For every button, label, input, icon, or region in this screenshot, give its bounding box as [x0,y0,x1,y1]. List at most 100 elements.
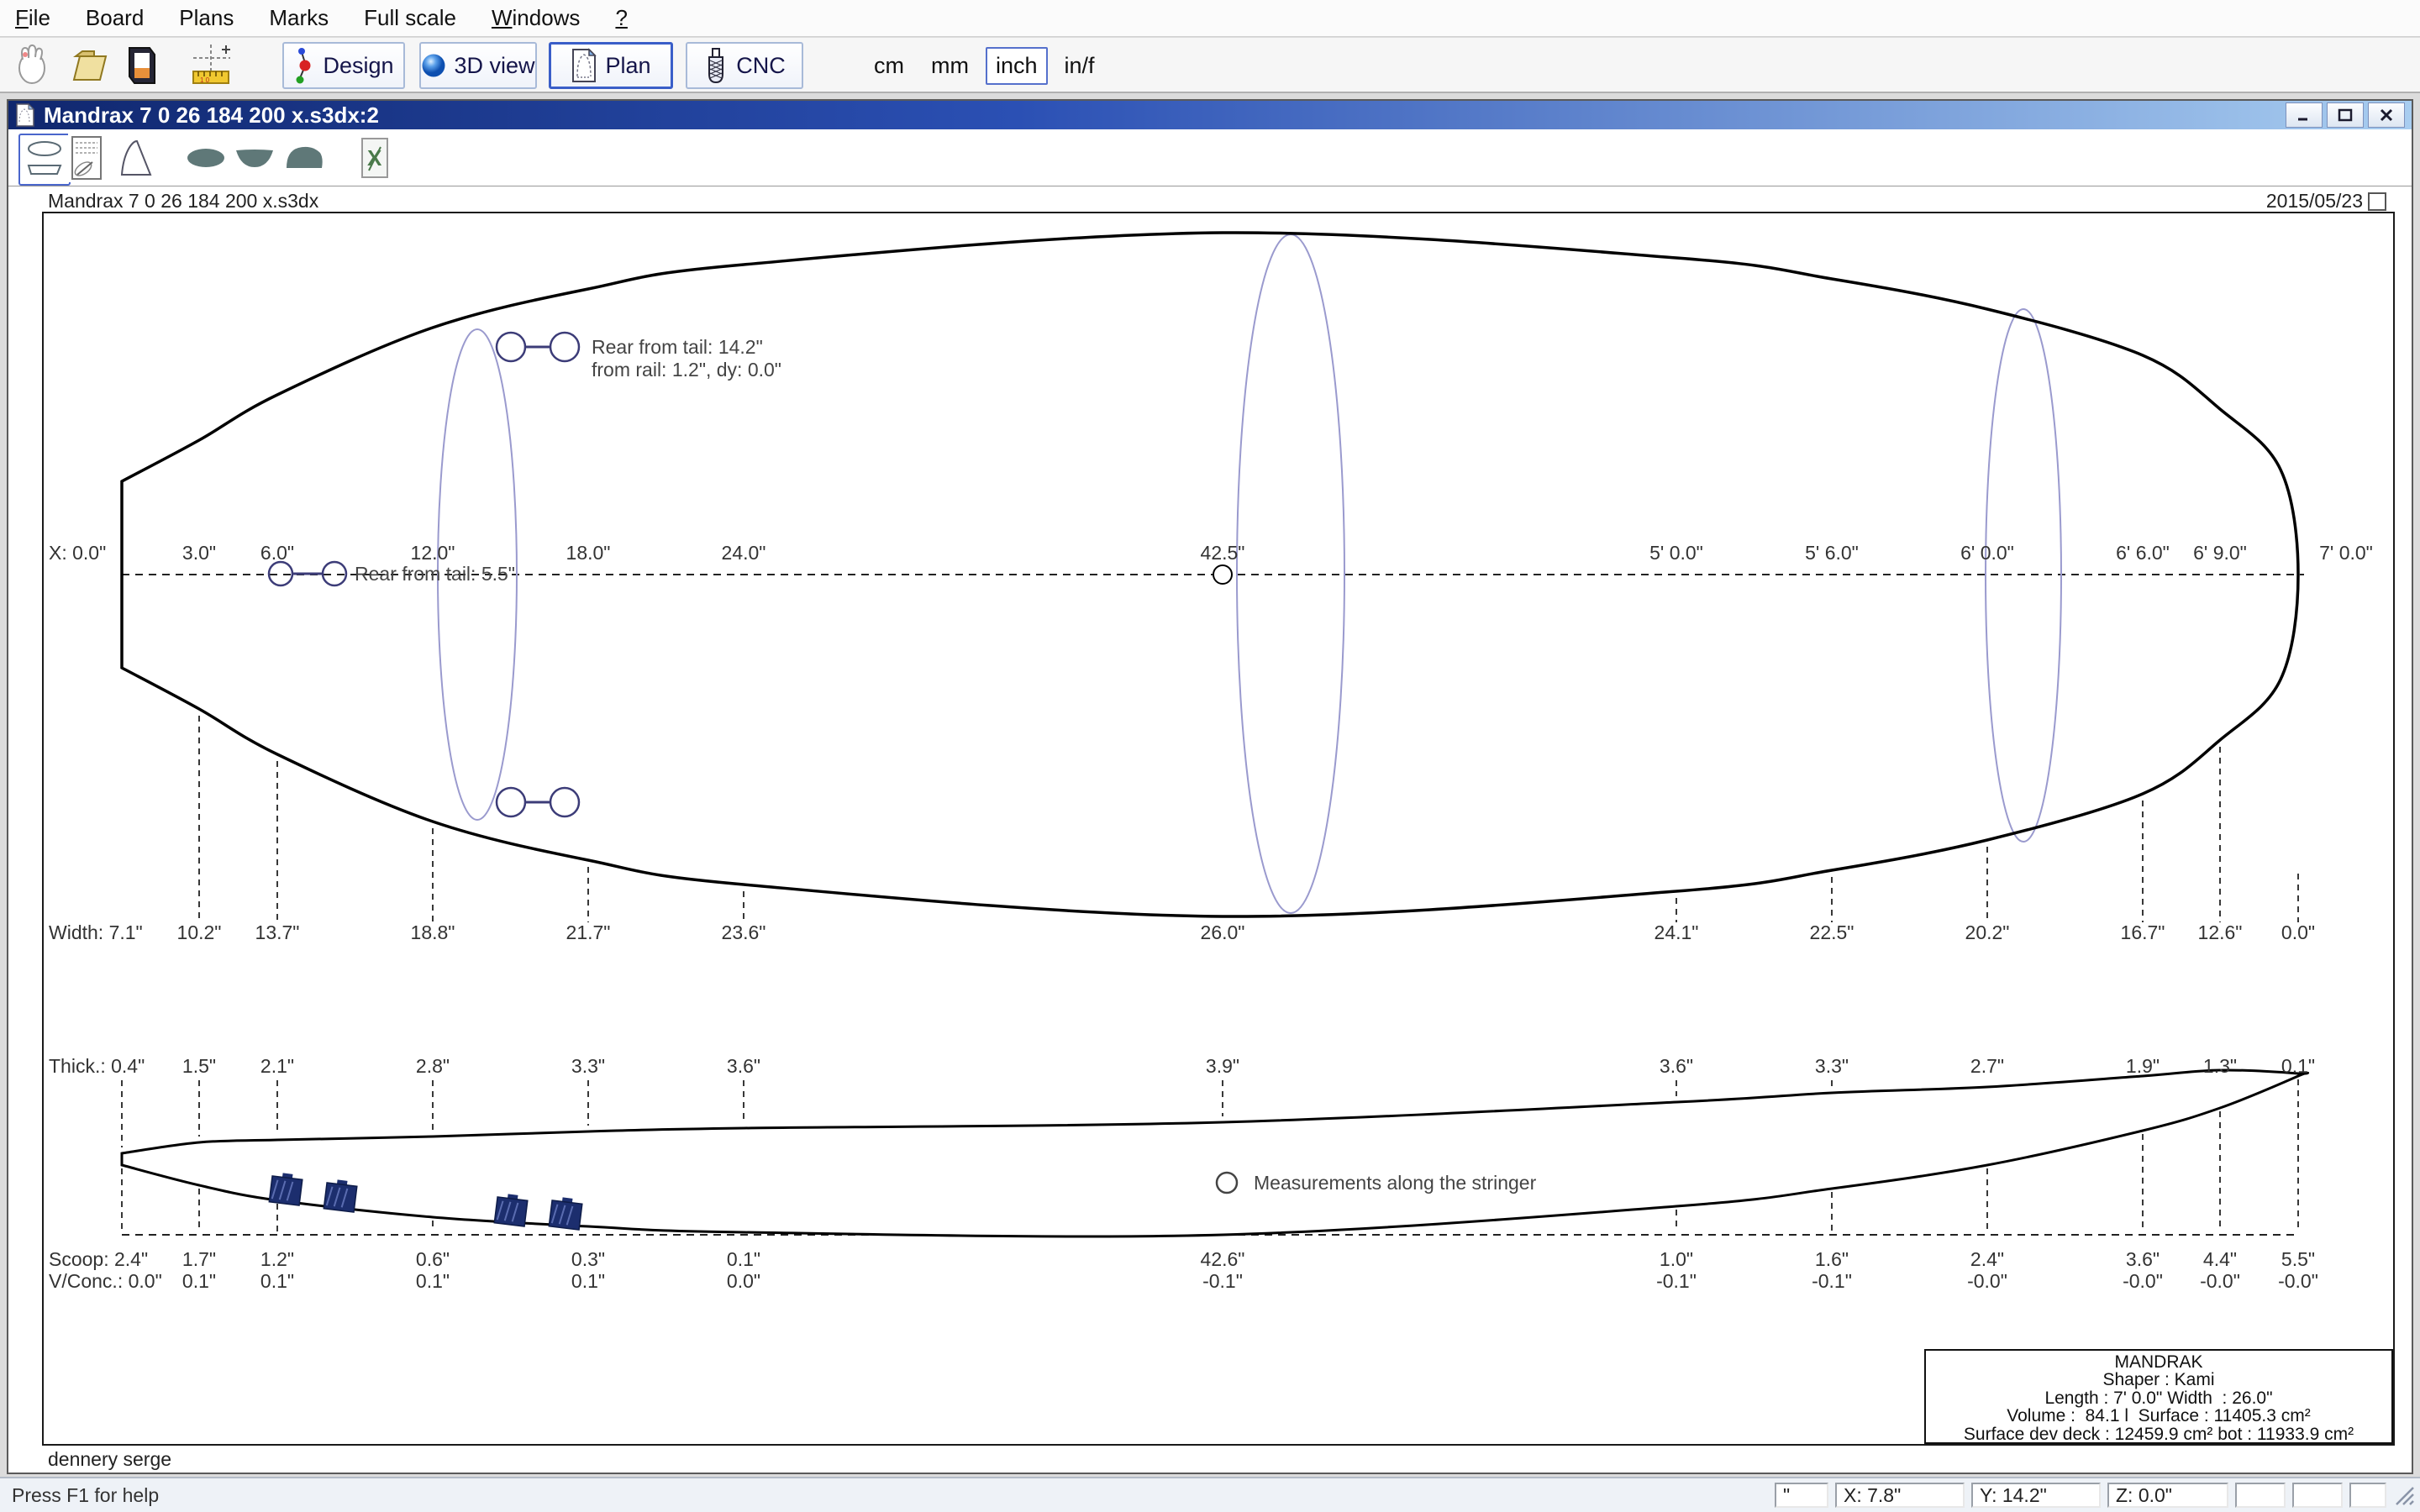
minimize-button[interactable] [2286,102,2323,128]
board-profile-outline [122,1070,2308,1236]
status-help-text: Press F1 for help [12,1484,159,1507]
menu--[interactable]: ? [615,5,627,31]
hand-icon[interactable] [12,43,54,88]
board-info-box: MANDRAK Shaper : Kami Length : 7' 0.0" W… [1924,1349,2393,1444]
svg-text:1 0: 1 0 [200,76,210,84]
width-row-label-8: 22.5" [1810,921,1854,943]
3d-view-button[interactable]: 3D view [419,42,537,89]
thick-row-label-1: 1.5" [182,1055,216,1077]
vconc-row-label-11: -0.0" [2200,1270,2240,1292]
user-name: dennery serge [48,1448,171,1471]
scoop-row-label-9: 2.4" [1970,1248,2004,1270]
design-button[interactable]: Design [282,42,405,89]
section-solid-icon [234,147,275,169]
thick-row-label-3: 2.8" [416,1055,450,1077]
status-unit-field: " [1775,1483,1828,1508]
info-surface-dev: Surface dev deck : 12459.9 cm² bot : 119… [1926,1425,2391,1443]
menu-windows[interactable]: Windows [492,5,580,31]
width-row-label-3: 18.8" [411,921,455,943]
thick-row-label-5: 3.6" [727,1055,760,1077]
unit-mm[interactable]: mm [921,47,979,85]
outline-views-icon [24,139,65,181]
print-icon[interactable] [121,43,163,88]
excel-export-button[interactable]: X [356,134,393,182]
close-button[interactable] [2368,102,2405,128]
width-row-label-1: 10.2" [177,921,222,943]
scoop-row-label-8: 1.6" [1815,1248,1849,1270]
menu-full-scale[interactable]: Full scale [364,5,456,31]
resize-grip[interactable] [2393,1484,2415,1506]
window-title: Mandrax 7 0 26 184 200 x.s3dx:2 [44,102,379,129]
document-icon [15,103,35,127]
scoop-row-label-1: 1.7" [182,1248,216,1270]
plan-solid-icon [185,145,227,171]
vconc-row-label-8: -0.1" [1812,1270,1852,1292]
status-empty-field-1 [2235,1483,2286,1508]
thick-row-label-4: 3.3" [571,1055,605,1077]
date-checkbox[interactable] [2368,192,2386,211]
menu-plans[interactable]: Plans [179,5,234,31]
plan-date-label: 2015/05/23 [2266,190,2363,213]
info-shaper: Shaper : Kami [1926,1371,2391,1389]
cnc-button[interactable]: CNC [686,42,803,89]
menu-board[interactable]: Board [86,5,144,31]
scoop-row-label-4: 0.3" [571,1248,605,1270]
thick-row-label-0: Thick.: 0.4" [49,1055,145,1077]
outline-views-button[interactable] [18,134,71,186]
foil-curve-button[interactable] [118,134,155,182]
thick-row-label-8: 3.3" [1815,1055,1849,1077]
design-nodes-icon [293,46,315,85]
excel-export-icon: X [359,137,391,179]
plan-solid-button[interactable] [184,134,228,182]
cnc-button-label: CNC [736,53,786,79]
wide-point-marker [1213,565,1232,584]
minimize-icon [2296,108,2312,122]
menu-file[interactable]: File [15,5,50,31]
unit-cm[interactable]: cm [864,47,914,85]
side-fin-annotation-line2: from rail: 1.2", dy: 0.0" [592,359,781,381]
plan-button[interactable]: Plan [549,42,673,89]
width-row-label-12: 0.0" [2281,921,2315,943]
close-icon [2378,108,2395,122]
vconc-row-label-12: -0.0" [2278,1270,2318,1292]
section-solid-button[interactable] [234,134,276,182]
measurements-button[interactable] [68,134,105,182]
main-toolbar: 1 0 Design 3D view Plan [0,38,2420,93]
fin-plug-pair-0 [497,333,579,361]
x-row-label-7: 5' 0.0" [1649,542,1703,564]
x-row-label-11: 6' 9.0" [2193,542,2247,564]
fin-plug-pair-1 [269,562,346,585]
unit-inf[interactable]: in/f [1055,47,1105,85]
x-row-label-5: 24.0" [722,542,766,564]
vconc-row-label-1: 0.1" [182,1270,216,1292]
vconc-row-label-6: -0.1" [1202,1270,1243,1292]
open-folder-icon[interactable] [69,43,111,88]
scoop-row-label-0: Scoop: 2.4" [49,1248,148,1270]
width-row-label-11: 12.6" [2198,921,2243,943]
unit-inch[interactable]: inch [986,47,1048,85]
x-row-label-2: 6.0" [260,542,294,564]
thick-row-label-9: 2.7" [1970,1055,2004,1077]
thick-row-label-12: 0.1" [2281,1055,2315,1077]
status-bar: Press F1 for help " X: 7.8" Y: 14.2" Z: … [0,1477,2420,1512]
vconc-row-label-4: 0.1" [571,1270,605,1292]
scoop-row-label-7: 1.0" [1660,1248,1693,1270]
drawing-canvas[interactable]: X: 0.0"3.0"6.0"12.0"18.0"24.0"42.5"5' 0.… [44,213,2393,1444]
scoop-row-label-10: 3.6" [2126,1248,2160,1270]
scoop-row-label-11: 4.4" [2203,1248,2237,1270]
vconc-row-label-2: 0.1" [260,1270,294,1292]
vconc-row-label-7: -0.1" [1656,1270,1697,1292]
maximize-button[interactable] [2327,102,2364,128]
window-titlebar[interactable]: Mandrax 7 0 26 184 200 x.s3dx:2 [8,101,2412,129]
plan-sheet-icon [571,48,597,83]
vconc-row-label-3: 0.1" [416,1270,450,1292]
plan-date: 2015/05/23 [2266,190,2386,213]
profile-solid-button[interactable] [282,134,326,182]
ruler-icon[interactable]: 1 0 [190,43,232,88]
x-row-label-6: 42.5" [1201,542,1245,564]
router-bit-icon [703,47,729,84]
center-fin-annotation: Rear from tail: 5.5" [355,563,515,585]
menu-marks[interactable]: Marks [269,5,329,31]
x-row-label-4: 18.0" [566,542,611,564]
board-file-name: Mandrax 7 0 26 184 200 x.s3dx [48,190,318,213]
